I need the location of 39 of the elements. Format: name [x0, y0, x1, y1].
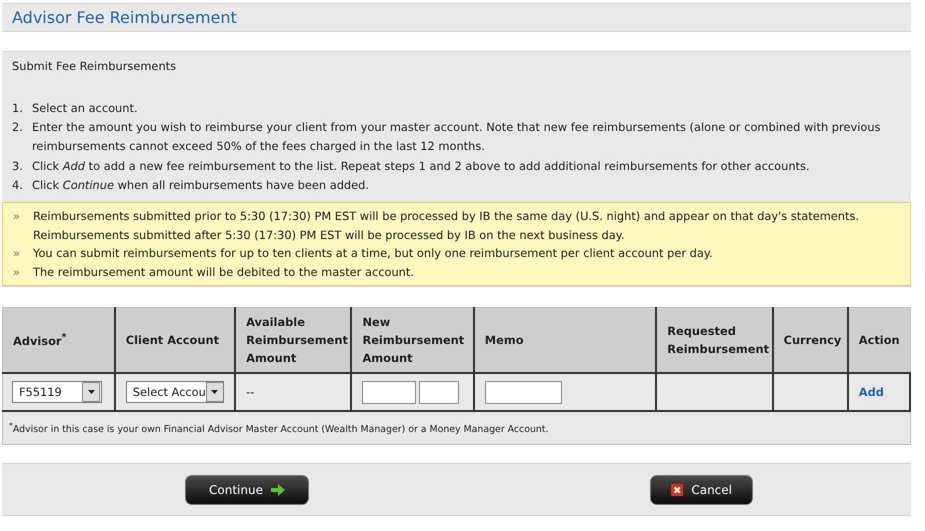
column-header: Action: [848, 308, 910, 374]
notice-text: The reimbursement amount will be debited to the master account.: [33, 264, 414, 281]
client-account-select[interactable]: Select Accou: [126, 381, 224, 404]
column-header: Client Account: [114, 308, 236, 374]
section-heading: Submit Fee Reimbursements: [11, 59, 178, 73]
continue-button[interactable]: Continue: [185, 474, 309, 505]
step-number: 3.: [12, 158, 24, 175]
step-text: Enter the amount you wish to reimburse your client from your master account. Note that new fee reimbursements (alone or combined with previous reimbursements cannot exceed 50% of the fees charged in the last 12 months.: [32, 119, 882, 156]
column-header: Advisor$^{*}$: [2, 308, 115, 374]
step-number: 4.: [12, 176, 24, 194]
step-text: Select an account.: [32, 100, 138, 117]
footnote-text: $^{*}$Advisor in this case is your own Financial Advisor Master Account (Wealth Manager) or a Money Manager Account.: [9, 424, 548, 436]
step-number: 2.: [12, 119, 24, 136]
bullet-marker: »: [13, 208, 21, 226]
arrow-right-icon: [270, 484, 285, 496]
column-header: Currency: [772, 308, 848, 374]
close-icon: [671, 482, 684, 497]
available-amount: --: [246, 385, 254, 400]
advisor-select[interactable]: F55119: [12, 381, 102, 404]
column-header: New Reimbursement Amount: [351, 308, 474, 374]
column-header: Requested Reimbursement: [656, 308, 773, 374]
step-text: Click Add to add a new fee reimbursement to the list. Repeat steps 1 and 2 above to add additional reimbursements for other accounts.: [32, 158, 810, 175]
step-number: 1.: [12, 100, 24, 117]
page-title: Advisor Fee Reimbursement: [12, 8, 237, 27]
notice-text: You can submit reimbursements for up to ten clients at a time, but only one reimbursement per client account per day.: [33, 245, 713, 262]
bullet-marker: »: [13, 264, 21, 281]
bullet-marker: »: [13, 245, 21, 262]
step-text: Click Continue when all reimbursements have been added.: [32, 176, 370, 194]
cancel-button[interactable]: Cancel: [650, 474, 753, 505]
column-header: Memo: [474, 308, 656, 374]
memo-field[interactable]: [484, 380, 562, 404]
column-header: Available Reimbursement Amount: [235, 308, 352, 374]
notice-text: Reimbursements submitted after 5:30 (17:30) PM EST will be processed by IB on the next business day.: [33, 226, 626, 244]
amount-whole-field[interactable]: [362, 380, 416, 404]
add-link[interactable]: Add: [858, 385, 884, 400]
notice-text: Reimbursements submitted prior to 5:30 (17:30) PM EST will be processed by IB the same day (U.S. night) and appear on that day's statements.: [33, 208, 860, 226]
amount-cents-field[interactable]: [419, 380, 460, 404]
dropdown-icon: [206, 382, 223, 402]
dropdown-icon: [82, 382, 100, 402]
